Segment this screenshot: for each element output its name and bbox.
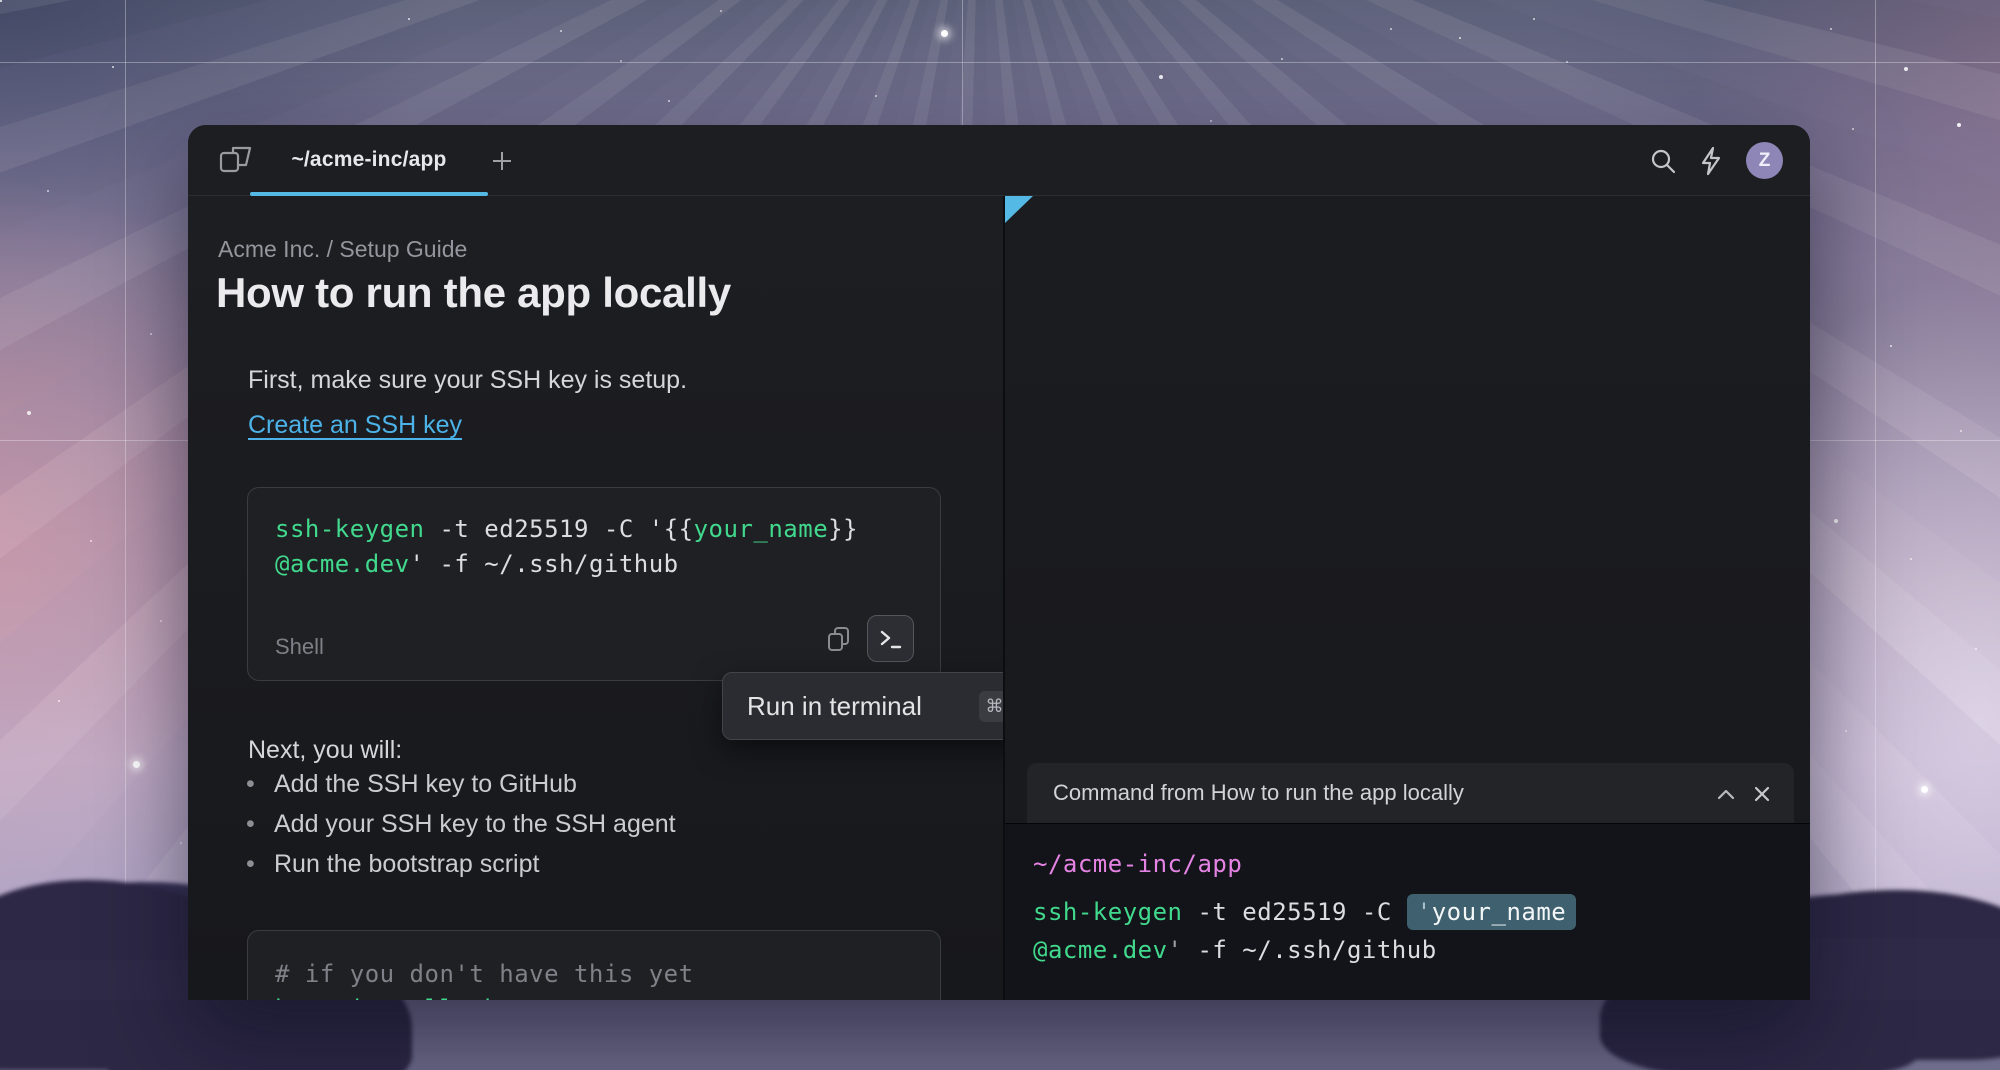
star: [133, 761, 140, 768]
create-ssh-key-link[interactable]: Create an SSH key: [248, 411, 462, 440]
code-line: brew install gh: [275, 995, 499, 1000]
search-button[interactable]: [1646, 144, 1680, 178]
star: [941, 30, 948, 37]
close-button[interactable]: [1751, 783, 1773, 805]
plus-icon: [490, 149, 514, 173]
tooltip-label: Run in terminal: [747, 691, 979, 722]
ai-command-button[interactable]: [1694, 144, 1728, 178]
run-in-terminal-button[interactable]: [867, 615, 914, 662]
list-item: Add the SSH key to GitHub: [246, 764, 676, 804]
close-icon: [1754, 786, 1770, 802]
breadcrumb: Acme Inc. / Setup Guide: [218, 236, 467, 263]
code-block-ssh-keygen: ssh-keygen -t ed25519 -C '{{your_name}} …: [247, 487, 941, 681]
ground-left: [0, 960, 190, 1000]
bullet-list: Add the SSH key to GitHub Add your SSH k…: [246, 764, 676, 884]
panes-container: Acme Inc. / Setup Guide How to run the a…: [188, 196, 1810, 1000]
terminal-output[interactable]: ~/acme-inc/app ssh-keygen -t ed25519 -C …: [1005, 823, 1810, 1000]
stars: [0, 0, 2, 2]
grid-line-horizontal: [0, 62, 2000, 63]
code-line: @acme.dev' -f ~/.ssh/github: [275, 550, 679, 578]
terminal-prompt-icon: [879, 628, 903, 650]
tab-title: ~/acme-inc/app: [250, 125, 488, 195]
copy-button[interactable]: [824, 624, 854, 654]
command-banner: Command from How to run the app locally: [1027, 763, 1794, 823]
code-line: # if you don't have this yet: [275, 960, 694, 988]
star: [1921, 786, 1928, 793]
command-banner-title: Command from How to run the app locally: [1053, 763, 1464, 823]
avatar-letter: Z: [1759, 150, 1771, 172]
tab-bar: ~/acme-inc/app: [188, 125, 1810, 196]
user-avatar[interactable]: Z: [1746, 142, 1783, 179]
code-block-bootstrap: # if you don't have this yet brew instal…: [247, 930, 941, 1000]
run-in-terminal-tooltip: Run in terminal ⌘ ↩: [722, 672, 1003, 740]
app-window: ~/acme-inc/app: [188, 125, 1810, 1000]
language-label: Shell: [275, 634, 324, 660]
page-title: How to run the app locally: [216, 269, 731, 317]
command-key: ⌘: [979, 691, 1003, 722]
active-pane-corner-marker: [1005, 196, 1033, 223]
code-line: ssh-keygen -t ed25519 -C '{{your_name}}: [275, 515, 858, 543]
lightning-bolt-icon: [1697, 146, 1725, 176]
copy-icon: [825, 625, 853, 653]
search-icon: [1649, 147, 1677, 175]
chevron-up-icon: [1717, 789, 1735, 800]
intro-paragraph: First, make sure your SSH key is setup.: [248, 366, 687, 395]
collapse-button[interactable]: [1715, 783, 1737, 805]
next-heading: Next, you will:: [248, 736, 402, 765]
cwd-line: ~/acme-inc/app: [1033, 850, 1242, 878]
document-pane: Acme Inc. / Setup Guide How to run the a…: [188, 196, 1003, 1000]
ground-right: [1810, 938, 2000, 1000]
list-item: Run the bootstrap script: [246, 844, 676, 884]
command-line: @acme.dev' -f ~/.ssh/github: [1033, 936, 1437, 964]
tab-acme-inc-app[interactable]: ~/acme-inc/app: [250, 125, 488, 195]
terminal-pane: Command from How to run the app locally: [1005, 196, 1810, 1000]
list-item: Add your SSH key to the SSH agent: [246, 804, 676, 844]
new-tab-button[interactable]: [484, 143, 520, 179]
grid-line-vertical: [1875, 0, 1876, 1000]
grid-line-vertical: [125, 0, 126, 1000]
command-line: ssh-keygen -t ed25519 -C 'your_name: [1033, 898, 1576, 926]
